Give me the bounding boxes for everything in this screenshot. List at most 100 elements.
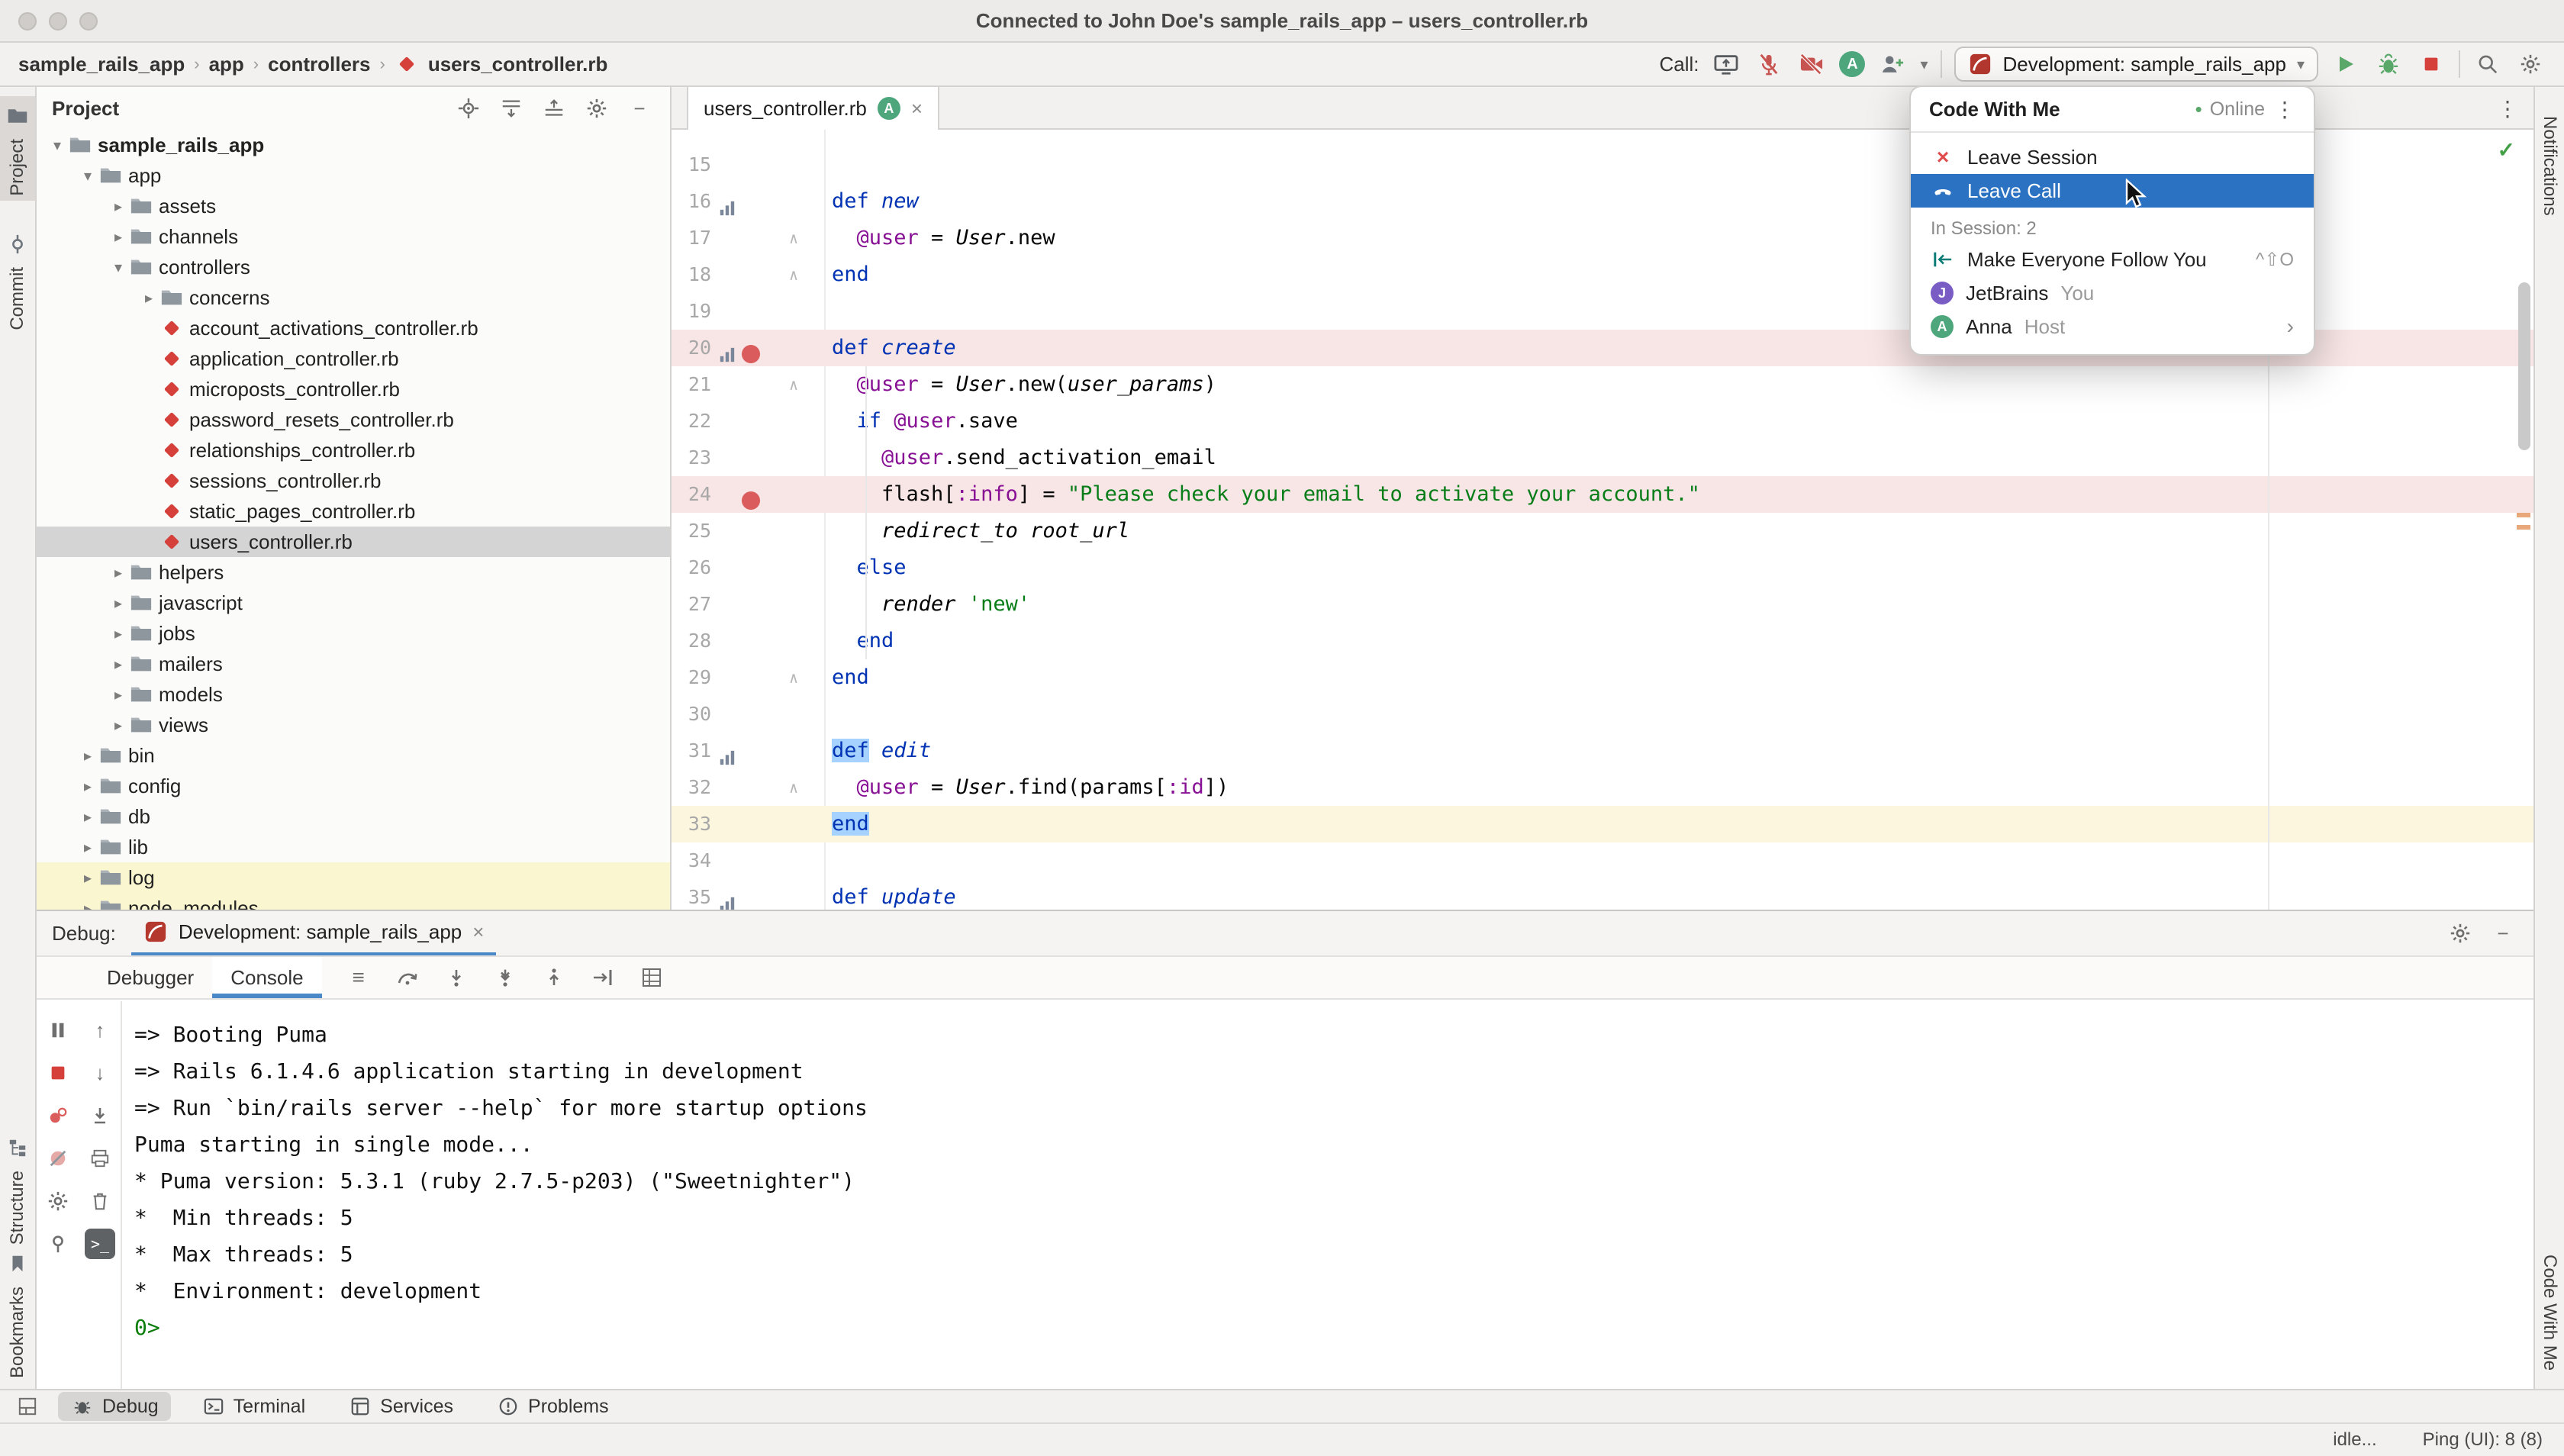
close-window-button[interactable] [18, 12, 37, 31]
chevron-right-icon[interactable]: ▸ [76, 899, 99, 910]
editor-gutter[interactable]: 19 [672, 293, 824, 330]
down-icon[interactable]: ↓ [80, 1053, 120, 1093]
tree-item-mailers[interactable]: ▸mailers [37, 649, 670, 679]
editor-gutter[interactable]: 29 ∧ [672, 659, 824, 696]
chevron-right-icon[interactable]: ▸ [107, 716, 130, 735]
code-line-33[interactable]: 33end [672, 806, 2533, 842]
run-to-cursor-icon[interactable] [588, 962, 618, 993]
code-line-26[interactable]: 26 else [672, 549, 2533, 586]
line-number[interactable]: 20 [672, 330, 711, 366]
stripe-project[interactable]: Project [0, 96, 35, 201]
code-text[interactable]: end [824, 256, 869, 293]
editor-gutter[interactable]: 21∧ [672, 366, 824, 403]
editor-gutter[interactable]: 16 [672, 183, 824, 220]
code-text[interactable]: @user = User.new [824, 220, 1055, 256]
code-text[interactable]: def new [824, 183, 919, 220]
line-number[interactable]: 18 [672, 256, 711, 293]
zoom-window-button[interactable] [79, 12, 98, 31]
tree-item-jobs[interactable]: ▸jobs [37, 618, 670, 649]
chevron-right-icon[interactable]: ▸ [76, 777, 99, 796]
code-text[interactable]: render 'new' [824, 586, 1030, 623]
editor-gutter[interactable]: 17∧ [672, 220, 824, 256]
popup-menu-icon[interactable]: ⋮ [2274, 97, 2295, 122]
tree-item-app[interactable]: ▾app [37, 160, 670, 191]
chevron-down-icon[interactable]: ▾ [46, 136, 69, 155]
code-line-31[interactable]: 31 def edit [672, 733, 2533, 769]
editor-gutter[interactable]: 31 [672, 733, 824, 769]
chevron-down-icon[interactable]: ▾ [76, 166, 99, 185]
code-line-29[interactable]: 29∧end [672, 659, 2533, 696]
stripe-commit[interactable]: Commit [0, 224, 35, 335]
code-text[interactable]: def create [824, 330, 956, 366]
inspections-ok-icon[interactable]: ✓ [2498, 137, 2515, 163]
tree-item-lib[interactable]: ▸lib [37, 832, 670, 862]
code-text[interactable]: end [824, 806, 869, 842]
console-output[interactable]: => Booting Puma=> Rails 6.1.4.6 applicat… [124, 1001, 2533, 1389]
run-config-select[interactable]: Development: sample_rails_app ▾ [1954, 47, 2318, 82]
editor-tab-users-controller[interactable]: users_controller.rb A × [687, 87, 939, 130]
editor-gutter[interactable]: 33 [672, 806, 824, 842]
tree-item-static-pages-controller-rb[interactable]: static_pages_controller.rb [37, 496, 670, 527]
tree-item-bin[interactable]: ▸bin [37, 740, 670, 771]
code-line-28[interactable]: 28 end [672, 623, 2533, 659]
settings-icon[interactable] [2515, 49, 2546, 79]
tree-item-db[interactable]: ▸db [37, 801, 670, 832]
error-stripe-mark[interactable] [2517, 513, 2530, 517]
fold-marker-icon[interactable]: ∧ [781, 659, 806, 696]
code-line-32[interactable]: 32∧ @user = User.find(params[:id]) [672, 769, 2533, 806]
tree-item-relationships-controller-rb[interactable]: relationships_controller.rb [37, 435, 670, 465]
mic-off-icon[interactable] [1754, 49, 1784, 79]
stop-icon[interactable] [2416, 49, 2446, 79]
invite-users-icon[interactable] [1877, 49, 1908, 79]
line-number[interactable]: 27 [672, 586, 711, 623]
locate-icon[interactable] [453, 93, 484, 124]
debug-session-tab[interactable]: Development: sample_rails_app × [131, 911, 497, 955]
debug-icon[interactable] [2373, 49, 2404, 79]
print-icon[interactable] [80, 1139, 120, 1178]
editor-gutter[interactable]: 23 [672, 440, 824, 476]
code-line-34[interactable]: 34 [672, 842, 2533, 879]
code-line-25[interactable]: 25 redirect_to root_url [672, 513, 2533, 549]
pin-icon[interactable] [38, 1224, 78, 1264]
line-number[interactable]: 35 [672, 879, 711, 910]
tree-item-helpers[interactable]: ▸helpers [37, 557, 670, 588]
tab-console[interactable]: Console [212, 957, 321, 998]
code-line-27[interactable]: 27 render 'new' [672, 586, 2533, 623]
force-step-into-icon[interactable] [490, 962, 520, 993]
minimize-window-button[interactable] [49, 12, 67, 31]
line-number[interactable]: 31 [672, 733, 711, 769]
chevron-right-icon[interactable]: ▸ [76, 746, 99, 765]
line-number[interactable]: 25 [672, 513, 711, 549]
line-number[interactable]: 29 [672, 659, 711, 696]
tree-item-channels[interactable]: ▸channels [37, 221, 670, 252]
step-out-icon[interactable] [539, 962, 569, 993]
chevron-right-icon[interactable]: ▸ [76, 868, 99, 887]
chevron-right-icon[interactable]: ▸ [107, 655, 130, 674]
chevron-right-icon[interactable]: ▸ [107, 563, 130, 582]
options-icon[interactable]: ≡ [343, 962, 374, 993]
fold-marker-icon[interactable]: ∧ [781, 769, 806, 806]
tree-item-log[interactable]: ▸log [37, 862, 670, 893]
chevron-right-icon[interactable]: ▸ [107, 197, 130, 216]
editor-gutter[interactable]: 28 [672, 623, 824, 659]
settings-icon[interactable] [38, 1181, 78, 1221]
editor-gutter[interactable]: 18∧ [672, 256, 824, 293]
line-number[interactable]: 21 [672, 366, 711, 403]
code-line-23[interactable]: 23 @user.send_activation_email [672, 440, 2533, 476]
tree-item-concerns[interactable]: ▸concerns [37, 282, 670, 313]
chevron-right-icon[interactable]: ▸ [137, 288, 160, 308]
breadcrumb-item[interactable]: app [209, 53, 244, 76]
chevron-right-icon[interactable]: ▸ [76, 807, 99, 826]
line-number[interactable]: 24 [672, 476, 711, 513]
editor-gutter[interactable]: 30 [672, 696, 824, 733]
code-line-21[interactable]: 21∧ @user = User.new(user_params) [672, 366, 2533, 403]
tree-item-account-activations-controller-rb[interactable]: account_activations_controller.rb [37, 313, 670, 343]
stripe-bookmarks[interactable]: Bookmarks [0, 1244, 35, 1383]
view-breakpoints-icon[interactable] [38, 1096, 78, 1135]
code-text[interactable] [824, 293, 832, 330]
line-number[interactable]: 15 [672, 147, 711, 183]
close-session-icon[interactable]: × [472, 922, 484, 942]
code-text[interactable]: def edit [824, 733, 931, 769]
editor-gutter[interactable]: 15 [672, 147, 824, 183]
tree-item-views[interactable]: ▸views [37, 710, 670, 740]
